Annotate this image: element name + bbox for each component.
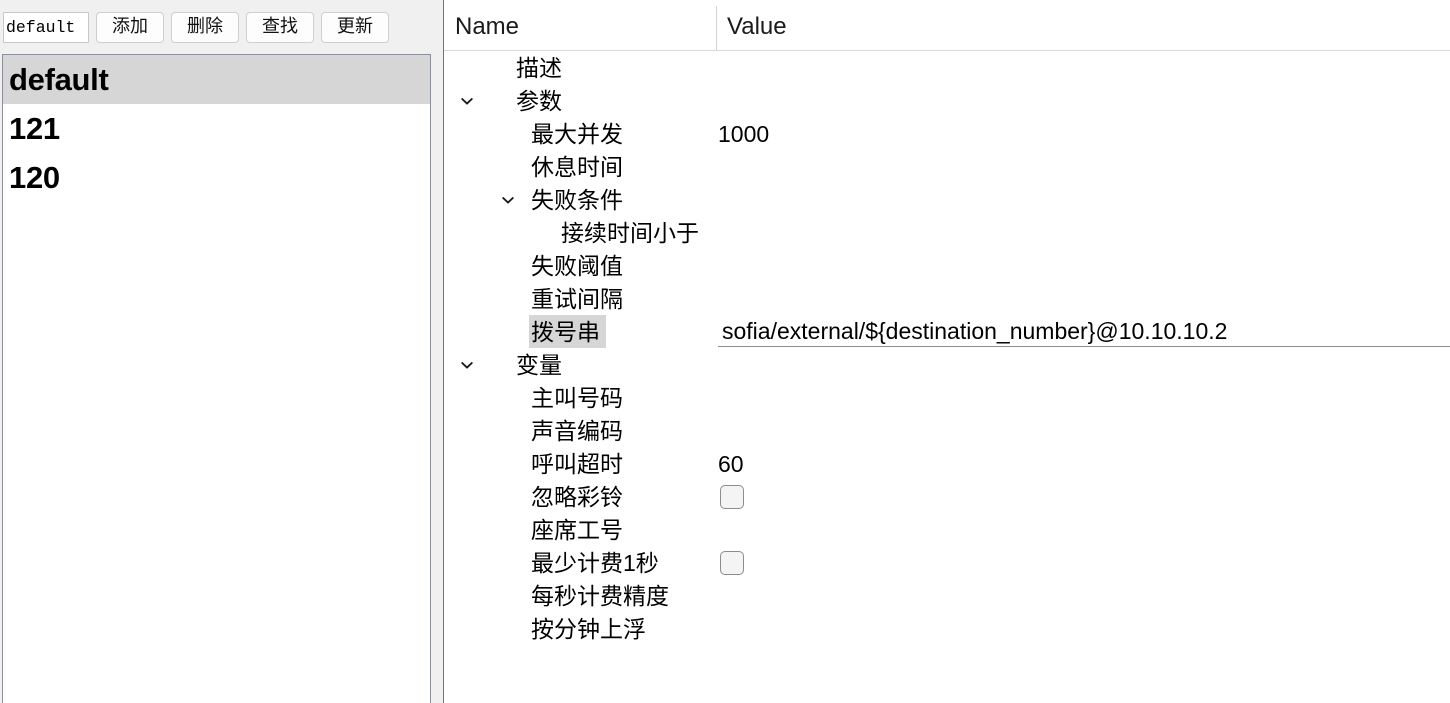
- tree-row-value: 60: [718, 451, 744, 477]
- tree-row[interactable]: 最大并发 1000: [444, 117, 1450, 150]
- delete-button[interactable]: 删除: [171, 12, 239, 43]
- tree-row[interactable]: 失败条件: [444, 183, 1450, 216]
- tree-row-name: 忽略彩铃: [531, 484, 623, 510]
- profile-name-input[interactable]: [3, 12, 89, 43]
- tree-row[interactable]: 呼叫超时 60: [444, 447, 1450, 480]
- column-header-value[interactable]: Value: [727, 0, 787, 50]
- property-tree-pane: Name Value 描述参数最大并发 1000 休息时间失败条件接续时间小于失败阈…: [443, 0, 1450, 703]
- column-header-name[interactable]: Name: [455, 0, 519, 50]
- list-item[interactable]: 121: [3, 104, 430, 153]
- tree-row[interactable]: 接续时间小于: [444, 216, 1450, 249]
- tree-row-name: 描述: [516, 55, 562, 81]
- tree-row-value: 1000: [718, 121, 770, 147]
- tree-row[interactable]: 按分钟上浮: [444, 612, 1450, 645]
- tree-row[interactable]: 主叫号码: [444, 381, 1450, 414]
- tree-row[interactable]: 拨号串 sofia/external/${destination_number}@…: [444, 315, 1450, 348]
- tree-row[interactable]: 每秒计费精度: [444, 579, 1450, 612]
- tree-row-name: 休息时间: [531, 154, 623, 180]
- tree-row[interactable]: 忽略彩铃: [444, 480, 1450, 513]
- tree-row[interactable]: 座席工号: [444, 513, 1450, 546]
- list-item[interactable]: 120: [3, 153, 430, 202]
- tree-row-name: 拨号串: [529, 315, 606, 348]
- gateway-list[interactable]: default 121 120: [2, 54, 431, 703]
- tree-row-name: 最少计费1秒: [531, 550, 659, 576]
- tree-row[interactable]: 休息时间: [444, 150, 1450, 183]
- find-button[interactable]: 查找: [246, 12, 314, 43]
- left-pane: 添加 删除 查找 更新 default 121 120: [0, 0, 433, 703]
- chevron-down-icon[interactable]: [458, 84, 476, 117]
- pane-splitter[interactable]: [433, 0, 443, 703]
- tree-row-name: 主叫号码: [531, 385, 623, 411]
- gateway-config-window: 添加 删除 查找 更新 default 121 120 Name Value 描…: [0, 0, 1450, 703]
- tree-row-name: 失败阈值: [531, 253, 623, 279]
- tree-row[interactable]: 参数: [444, 84, 1450, 117]
- add-button[interactable]: 添加: [96, 12, 164, 43]
- tree-row[interactable]: 最少计费1秒: [444, 546, 1450, 579]
- tree-row-name: 参数: [516, 88, 562, 114]
- tree-row[interactable]: 声音编码: [444, 414, 1450, 447]
- tree-row-name: 变量: [516, 352, 562, 378]
- tree-row-name: 最大并发: [531, 121, 623, 147]
- update-button[interactable]: 更新: [321, 12, 389, 43]
- chevron-down-icon[interactable]: [499, 183, 517, 216]
- tree-row-name: 接续时间小于: [561, 220, 699, 246]
- tree-body: 描述参数最大并发 1000 休息时间失败条件接续时间小于失败阈值重试间隔拨号串 sof…: [444, 51, 1450, 703]
- chevron-down-icon[interactable]: [458, 348, 476, 381]
- tree-row[interactable]: 失败阈值: [444, 249, 1450, 282]
- tree-row-checkbox[interactable]: [720, 551, 744, 575]
- tree-row-name: 声音编码: [531, 418, 623, 444]
- tree-row-name: 失败条件: [531, 187, 623, 213]
- tree-row[interactable]: 描述: [444, 51, 1450, 84]
- tree-header: Name Value: [444, 0, 1450, 51]
- tree-row[interactable]: 变量: [444, 348, 1450, 381]
- tree-row-name: 座席工号: [531, 517, 623, 543]
- list-item[interactable]: default: [3, 55, 430, 104]
- tree-row-value-editor[interactable]: sofia/external/${destination_number}@10.…: [718, 316, 1450, 347]
- tree-row-name: 重试间隔: [531, 286, 623, 312]
- tree-row-name: 呼叫超时: [531, 451, 623, 477]
- column-divider[interactable]: [716, 6, 717, 51]
- tree-row-checkbox[interactable]: [720, 485, 744, 509]
- tree-row-name: 每秒计费精度: [531, 583, 669, 609]
- toolbar: 添加 删除 查找 更新: [3, 12, 431, 44]
- tree-row[interactable]: 重试间隔: [444, 282, 1450, 315]
- tree-row-name: 按分钟上浮: [531, 616, 646, 642]
